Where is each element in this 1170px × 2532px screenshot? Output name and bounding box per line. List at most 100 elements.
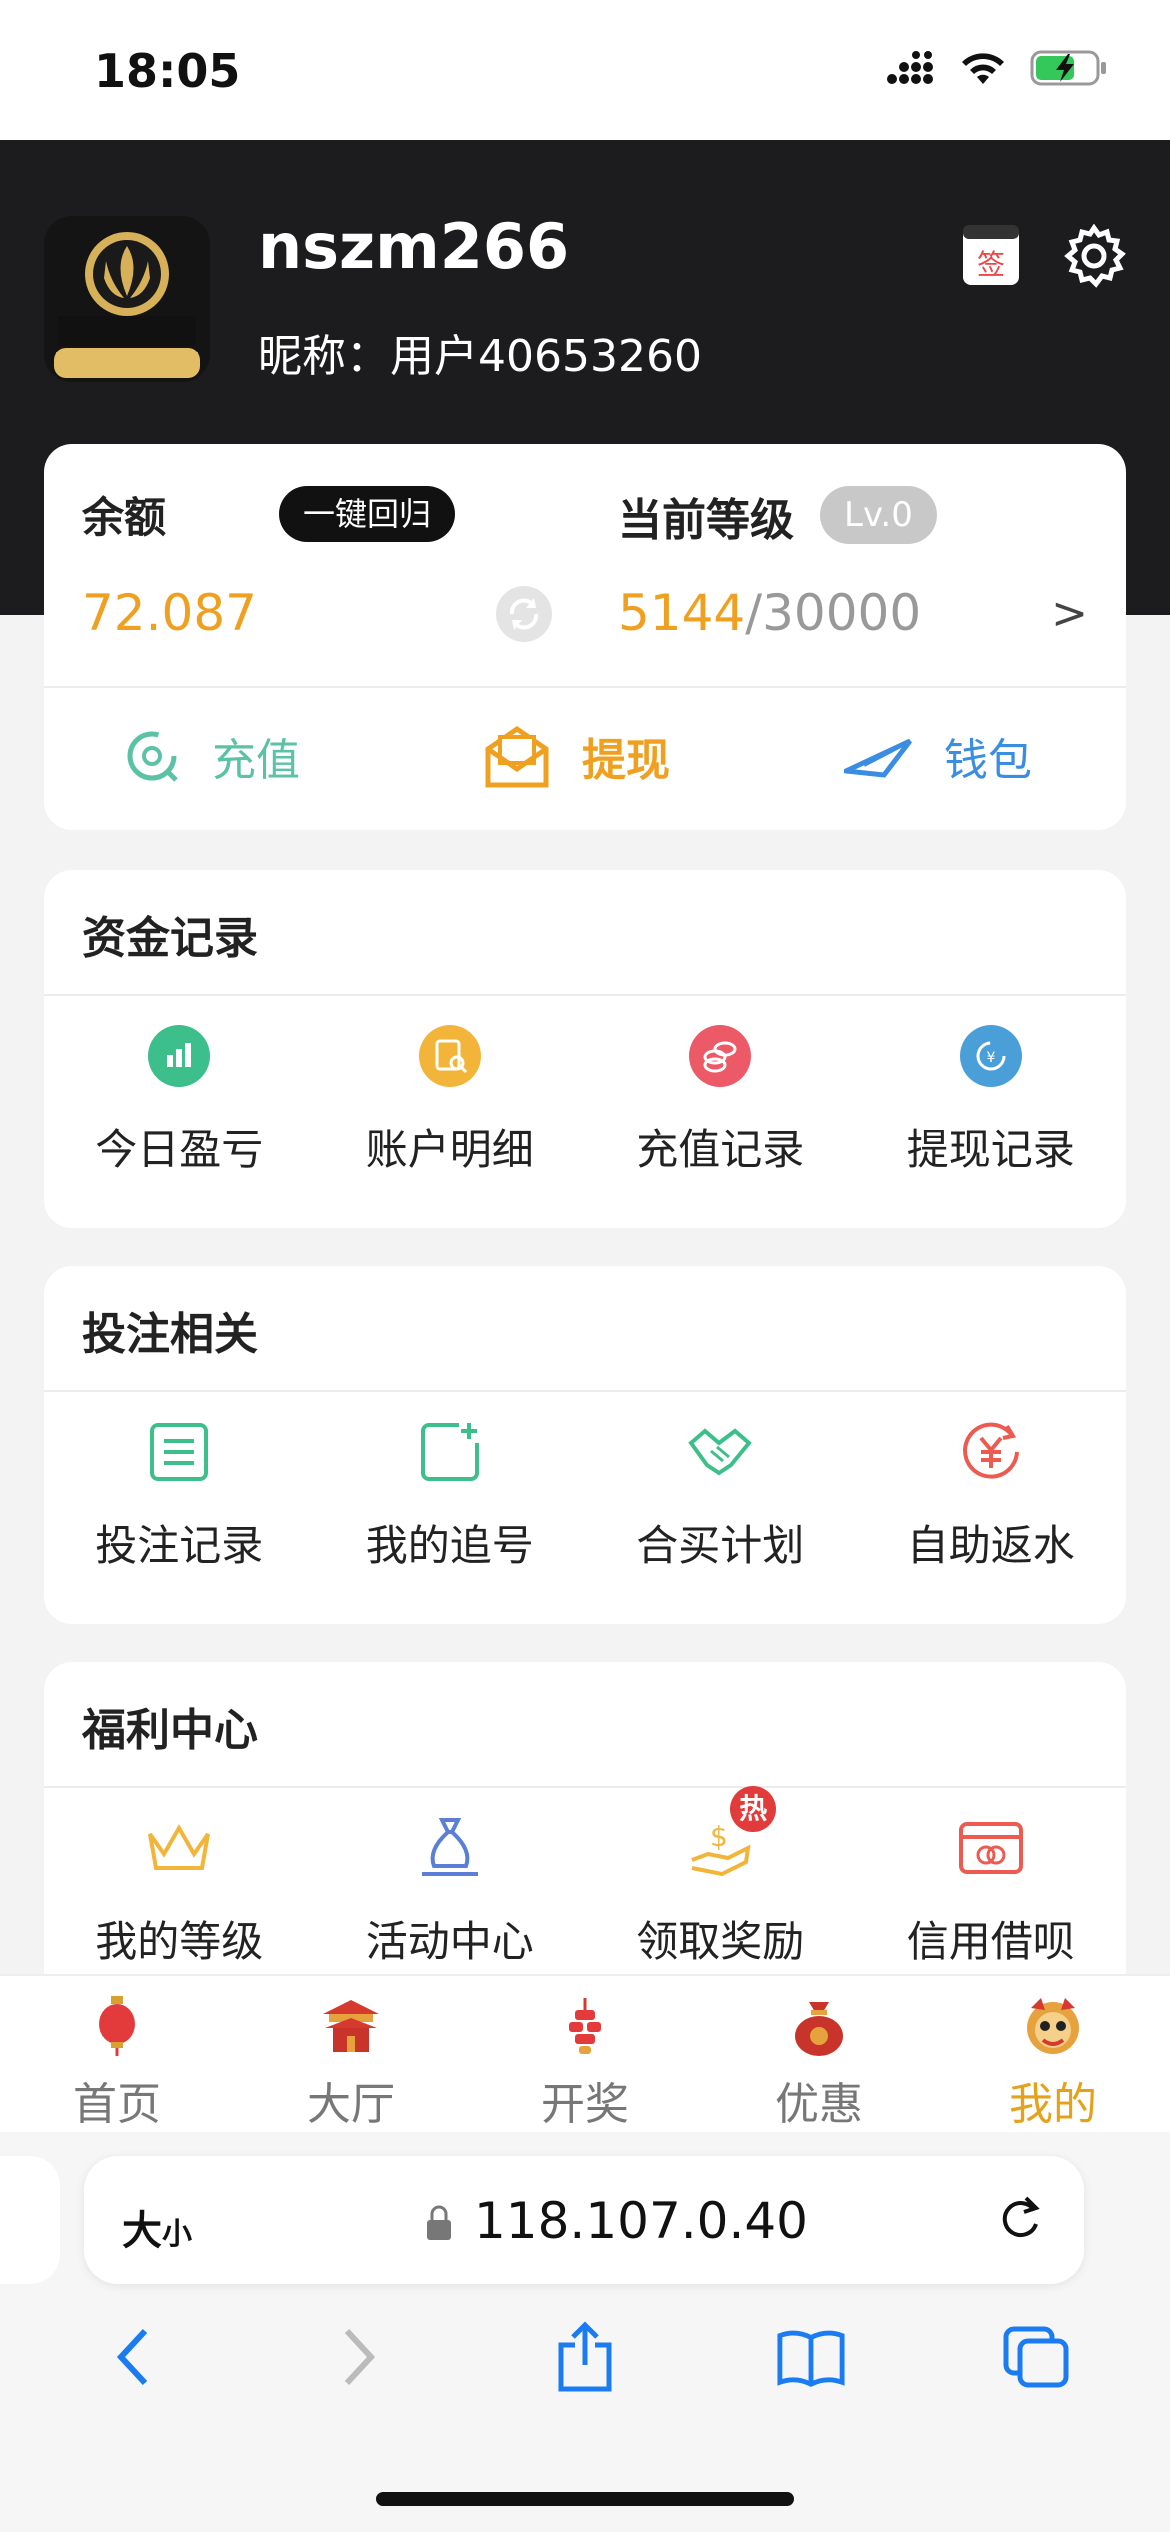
wallet-button[interactable]: 钱包 (844, 708, 1032, 804)
grid-item-label: 今日盈亏 (95, 1125, 264, 1174)
gift-bag-icon (421, 1818, 478, 1876)
lantern-icon (99, 1996, 135, 2056)
level-badge: Lv.0 (820, 486, 937, 544)
home-indicator (376, 2492, 794, 2506)
text-size-button[interactable]: 大小 (122, 2198, 192, 2256)
my-chase-item[interactable]: 我的追号 (315, 1418, 586, 1573)
bet-record-item[interactable]: 投注记录 (44, 1418, 315, 1573)
bookmarks-button[interactable] (776, 2322, 846, 2392)
grid-item-label: 账户明细 (365, 1125, 534, 1174)
wallet-label: 钱包 (944, 735, 1032, 786)
battery-icon (1030, 50, 1106, 86)
tabs-button[interactable] (1002, 2322, 1072, 2392)
grid-item-label: 我的追号 (365, 1521, 534, 1570)
browser-toolbar: 大小 118.107.0.40 (0, 2132, 1170, 2532)
grid-item-label: 领取奖励 (636, 1917, 805, 1966)
tab-lobby[interactable]: 大厅 (234, 1976, 468, 2132)
lock-icon (427, 2205, 451, 2240)
recharge-record-item[interactable]: 充值记录 (585, 1022, 856, 1177)
wifi-icon (962, 53, 1004, 84)
balance-value: 72.087 (82, 584, 257, 642)
sign-in-button[interactable]: 签 (962, 224, 1020, 286)
claim-reward-item[interactable]: $ 热 领取奖励 (585, 1786, 856, 1969)
grid-item-label: 投注记录 (95, 1521, 264, 1570)
gear-icon (1064, 223, 1126, 288)
url-text: 118.107.0.40 (474, 2192, 808, 2250)
recall-funds-button[interactable]: 一键回归 (279, 486, 456, 542)
address-bar[interactable]: 大小 118.107.0.40 (84, 2156, 1084, 2284)
divider (44, 994, 1126, 996)
sign-label: 签 (977, 248, 1005, 281)
bar-chart-icon (148, 1025, 211, 1087)
today-profit-item[interactable]: 今日盈亏 (44, 1022, 315, 1177)
previous-tab-preview[interactable] (0, 2156, 60, 2284)
coins-icon (689, 1025, 752, 1087)
hot-badge: 热 (730, 1786, 777, 1832)
credit-loan-item[interactable]: 信用借呗 (856, 1814, 1127, 1969)
username: nszm266 (258, 210, 570, 283)
section-title: 福利中心 (82, 1705, 258, 1756)
tab-offers[interactable]: 优惠 (702, 1976, 936, 2132)
credit-card-icon (958, 1822, 1023, 1874)
chevron-left-icon (116, 2328, 148, 2386)
settings-button[interactable] (1062, 223, 1126, 288)
signal-icon (887, 51, 933, 84)
add-square-icon (420, 1423, 479, 1481)
text-size-small: 小 (162, 2217, 192, 2252)
account-details-icon (418, 1025, 481, 1087)
tab-mine[interactable]: 我的 (936, 1976, 1170, 2132)
section-title: 资金记录 (82, 913, 258, 964)
app-logo (44, 216, 210, 382)
activity-center-item[interactable]: 活动中心 (315, 1814, 586, 1969)
nickname: 昵称：用户40653260 (258, 331, 702, 382)
withdraw-record-item[interactable]: ¥ 提现记录 (856, 1022, 1127, 1177)
recharge-button[interactable]: 充值 (122, 708, 300, 804)
account-details-item[interactable]: 账户明细 (315, 1022, 586, 1177)
balance-card: 余额 一键回归 72.087 当前等级 Lv.0 5144/30000 > 充值… (44, 444, 1126, 830)
status-icons (886, 48, 1110, 88)
lion-dance-icon (1027, 1998, 1079, 2054)
grid-item-label: 合买计划 (636, 1521, 805, 1570)
my-level-item[interactable]: 我的等级 (44, 1814, 315, 1969)
tab-home[interactable]: 首页 (0, 1976, 234, 2132)
lucky-bag-icon (795, 2002, 843, 2056)
level-total: /30000 (745, 584, 922, 642)
betting-section: 投注相关 投注记录 我的追号 合买计划 自助返水 (44, 1266, 1126, 1624)
betting-grid: 投注记录 我的追号 合买计划 自助返水 (44, 1418, 1126, 1573)
bottom-tab-bar: 首页 大厅 开奖 优惠 我的 (0, 1974, 1170, 2132)
back-button[interactable] (98, 2322, 168, 2392)
tab-label: 优惠 (775, 2079, 863, 2130)
refresh-balance-icon[interactable] (496, 586, 552, 642)
svg-text:¥: ¥ (986, 1050, 995, 1066)
browser-nav (0, 2321, 1170, 2392)
welfare-section: 福利中心 我的等级 活动中心 $ 热 领取奖励 信用借呗 (44, 1662, 1126, 2002)
self-rebate-item[interactable]: 自助返水 (856, 1418, 1127, 1573)
tab-draw[interactable]: 开奖 (468, 1976, 702, 2132)
level-progress[interactable]: 5144/30000 (618, 584, 921, 642)
svg-text:$: $ (710, 1820, 728, 1853)
level-current: 5144 (618, 584, 746, 642)
grid-item-label: 提现记录 (906, 1125, 1075, 1174)
welfare-grid: 我的等级 活动中心 $ 热 领取奖励 信用借呗 (44, 1786, 1127, 1969)
wallet-icon (844, 738, 912, 778)
section-title: 投注相关 (82, 1309, 258, 1360)
group-buy-item[interactable]: 合买计划 (585, 1418, 856, 1573)
withdraw-label: 提现 (582, 735, 670, 786)
divider (44, 1390, 1126, 1392)
text-size-large: 大 (122, 2208, 162, 2254)
withdraw-button[interactable]: 提现 (482, 708, 670, 804)
forward-button[interactable] (324, 2322, 394, 2392)
divider (44, 686, 1126, 688)
status-time: 18:05 (94, 44, 241, 98)
book-icon (777, 2330, 845, 2387)
share-button[interactable] (550, 2321, 620, 2392)
reload-icon[interactable] (994, 2194, 1046, 2246)
level-arrow-icon[interactable]: > (1051, 588, 1088, 639)
yen-refund-icon (962, 1422, 1019, 1479)
tab-label: 大厅 (307, 2079, 395, 2130)
grid-item-label: 我的等级 (95, 1917, 264, 1966)
firecracker-icon (569, 1998, 601, 2054)
tab-label: 首页 (73, 2079, 161, 2130)
grid-item-label: 活动中心 (365, 1917, 534, 1966)
withdraw-icon (485, 725, 549, 788)
